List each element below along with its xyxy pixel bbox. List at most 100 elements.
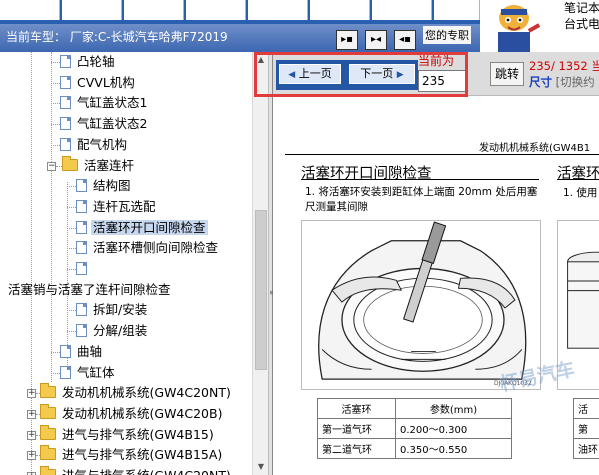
tree-item[interactable]: 活塞连杆 xyxy=(62,155,136,176)
tree-item-label: 结构图 xyxy=(93,178,131,194)
document-icon xyxy=(60,137,71,151)
tree-item-label: 凸轮轴 xyxy=(77,54,115,69)
tree-item-label: 连杆瓦选配 xyxy=(93,198,156,214)
tree-item[interactable]: 拆卸/安装 xyxy=(76,300,149,320)
tree-item[interactable]: 进气与排气系统(GW4B15) xyxy=(40,424,216,445)
document-icon xyxy=(60,344,71,358)
tree-item-label: 配气机构 xyxy=(77,136,128,152)
fit-width-button[interactable]: ▸◂ xyxy=(365,30,387,50)
piston-ring-gap-illustration: DJ0AKQ1032 xyxy=(301,220,541,390)
document-icon xyxy=(76,262,87,275)
tree-item[interactable]: 活塞环开口间隙检查 xyxy=(76,218,208,238)
tree-item-label: 活塞环开口间隙检查 xyxy=(91,219,208,235)
tree-item-label: 进气与排气系统(GW4B15) xyxy=(62,426,214,442)
tree-item-label: 活塞销与活塞了连杆间隙检查 xyxy=(8,281,171,297)
pro-service-link[interactable]: 您的专职 xyxy=(423,26,471,44)
tree-scroll-thumb[interactable] xyxy=(255,210,267,370)
table-cell: 第一道气环 xyxy=(317,418,396,439)
tree-branch-line xyxy=(67,206,76,208)
folder-icon xyxy=(40,403,56,419)
tree-item[interactable]: 活塞销与活塞了连杆间隙检查 xyxy=(6,280,173,300)
tree-item-label: CVVL机构 xyxy=(77,74,135,90)
tree-branch-line xyxy=(51,351,60,353)
page-count: 235/ 1352 当 xyxy=(529,59,599,73)
tree-scrollbar[interactable]: ▲ ▼ xyxy=(252,52,268,475)
folder-icon xyxy=(40,445,56,461)
tree-item-label: 发动机机械系统(GW4C20NT) xyxy=(62,385,231,401)
tree-item[interactable]: 连杆瓦选配 xyxy=(76,197,158,217)
tree-item-label: 曲轴 xyxy=(77,343,103,359)
document-page: 发动机机械系统(GW4B1 活塞环开口间隙检查 1. 将活塞环安装到距缸体上端面… xyxy=(273,96,599,475)
tree-item[interactable]: 结构图 xyxy=(76,176,133,196)
tree-item[interactable]: 发动机机械系统(GW4C20B) xyxy=(40,403,224,424)
tree-item[interactable]: CVVL机构 xyxy=(60,73,137,93)
size-label[interactable]: 尺寸 xyxy=(529,75,552,89)
document-icon xyxy=(76,199,87,213)
directory-tree: 凸轮轴 CVVL机构 气缸盖状态1 气缸盖状态2 配气机构 − 活塞连杆结构图连杆瓦选配活塞… xyxy=(0,52,268,475)
next-table: 活 第 油环 xyxy=(573,398,599,459)
table-cell: 活 xyxy=(573,398,599,419)
expand-icon[interactable]: + xyxy=(27,389,36,399)
tree-branch-line xyxy=(67,227,76,229)
tree-item[interactable]: 分解/组装 xyxy=(76,321,149,341)
tree-branch-line xyxy=(67,248,76,250)
switch-size-link[interactable]: [切换约 xyxy=(556,75,595,89)
tree-item[interactable]: 气缸体 xyxy=(60,363,117,383)
folder-icon xyxy=(40,466,56,475)
tree-item[interactable]: 气缸盖状态1 xyxy=(60,93,149,113)
content-pane: ◀ 上一页 下一页 ▶ 当前为 跳转 235/ 1352 当 尺寸 [切换约 发… xyxy=(273,52,599,475)
top-bar: 当前车型： 厂家:C-长城汽车哈弗F72019 ▸▪ ▸◂ ◂▪ 您的专职 笔记… xyxy=(0,0,599,52)
tree-item[interactable]: 凸轮轴 xyxy=(60,52,117,72)
tree-item[interactable] xyxy=(76,259,95,279)
document-icon xyxy=(60,75,71,89)
section-header: 发动机机械系统(GW4B1 xyxy=(479,143,591,154)
expand-icon[interactable]: + xyxy=(27,451,36,461)
next-step-1-text: 1. 使用 xyxy=(563,187,598,199)
scroll-down-arrow-icon[interactable]: ▼ xyxy=(253,459,269,475)
prev-arrow-button[interactable]: ◂▪ xyxy=(394,30,416,50)
tree-item[interactable]: 进气与排气系统(GW4C20NT) xyxy=(40,466,233,475)
expand-icon[interactable]: + xyxy=(27,430,36,440)
fit-page-button[interactable]: ▸▪ xyxy=(336,30,358,50)
table-cell: 0.350～0.550 xyxy=(395,438,512,459)
expand-icon[interactable]: + xyxy=(27,409,36,419)
tree-item[interactable]: 活塞环槽侧向间隙检查 xyxy=(76,238,220,258)
table-row: 活 xyxy=(573,398,599,419)
step-1-text: 1. 将活塞环安装到距缸体上端面 20mm 处后用塞尺测量其间隙 xyxy=(305,186,538,213)
tree-item-label: 分解/组装 xyxy=(93,323,148,339)
tree-branch-line xyxy=(51,372,60,374)
size-controls: 尺寸 [切换约 xyxy=(529,74,595,90)
tree-item-label: 气缸盖状态1 xyxy=(77,95,148,111)
tree-item-label: 气缸体 xyxy=(77,364,115,380)
tree-branch-line xyxy=(67,331,76,333)
document-icon xyxy=(76,220,87,234)
tree-guide-line xyxy=(51,52,52,382)
folder-icon xyxy=(62,155,78,171)
ring-gap-table: 活塞环 参数(mm) 第一道气环 0.200～0.300 第二道气环 0.350… xyxy=(317,398,512,459)
document-icon xyxy=(76,241,87,255)
folder-icon xyxy=(40,424,56,440)
jump-button[interactable]: 跳转 xyxy=(490,62,524,86)
ad-text[interactable]: 笔记本 台式电 xyxy=(564,0,599,32)
collapse-icon[interactable]: − xyxy=(47,161,56,171)
table-cell: 油环 xyxy=(573,438,599,459)
table-header-ring: 活塞环 xyxy=(317,398,396,419)
tree-branch-line xyxy=(67,269,76,270)
tree-branch-line xyxy=(51,103,60,105)
tree-item-label: 气缸盖状态2 xyxy=(77,116,148,132)
current-vehicle-label: 当前车型： 厂家:C-长城汽车哈弗F72019 xyxy=(6,30,228,44)
tree-branch-line xyxy=(51,124,60,126)
tree-item[interactable]: 发动机机械系统(GW4C20NT) xyxy=(40,383,233,403)
tree-branch-line xyxy=(67,310,76,312)
tree-item[interactable]: 气缸盖状态2 xyxy=(60,114,149,134)
table-row: 第一道气环 0.200～0.300 xyxy=(317,418,512,439)
tree-branch-line xyxy=(51,62,60,63)
tree-item-label: 进气与排气系统(GW4C20NT) xyxy=(60,468,233,475)
tree-item-label: 活塞环槽侧向间隙检查 xyxy=(93,240,219,256)
document-icon xyxy=(60,96,71,110)
tree-item[interactable]: 曲轴 xyxy=(60,342,104,362)
tree-item-label: 拆卸/安装 xyxy=(93,302,148,318)
tree-item[interactable]: 配气机构 xyxy=(60,135,129,155)
tree-item[interactable]: 进气与排气系统(GW4B15A) xyxy=(40,445,224,465)
pager-highlight-annotation xyxy=(254,52,468,97)
